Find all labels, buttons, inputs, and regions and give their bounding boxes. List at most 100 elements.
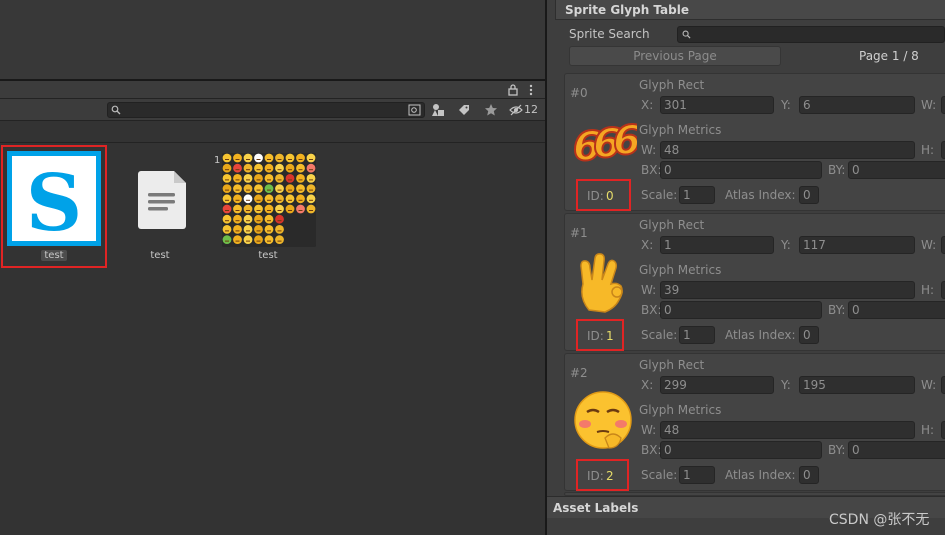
bx-label: BX: [641, 443, 662, 457]
glyph-rect-heading: Glyph Rect [639, 218, 705, 232]
inspector-panel: Sprite Glyph Table Sprite Search Previou… [547, 0, 945, 535]
asset-labels-title: Asset Labels [553, 501, 639, 515]
filter-by-label-icon[interactable] [457, 103, 471, 117]
id-label: ID: [587, 329, 604, 343]
bx-label: BX: [641, 163, 662, 177]
scale-label: Scale: [641, 328, 678, 342]
metrics-h-field[interactable] [941, 141, 945, 159]
section-title: Sprite Glyph Table [565, 3, 689, 17]
by-label: BY: [828, 443, 846, 457]
scale-field[interactable]: 1 [679, 186, 715, 204]
breadcrumb-bar [0, 121, 545, 143]
smug-face-emoji-icon [574, 391, 632, 449]
rect-x-field[interactable]: 299 [660, 376, 774, 394]
favorite-star-icon[interactable] [484, 103, 498, 117]
rect-y-field[interactable]: 195 [799, 376, 915, 394]
asset-grid: S test test 1 test [0, 143, 545, 535]
glyph-id-value: 1 [606, 329, 614, 343]
glyph-metrics-heading: Glyph Metrics [639, 263, 722, 277]
w-label: W: [921, 98, 937, 112]
scale-label: Scale: [641, 468, 678, 482]
rect-x-field[interactable]: 1 [660, 236, 774, 254]
rect-x-field[interactable]: 301 [660, 96, 774, 114]
rect-w-field[interactable] [941, 236, 945, 254]
w-label: W: [921, 238, 937, 252]
project-search-input[interactable] [124, 103, 404, 117]
w-label: W: [641, 143, 657, 157]
scale-field[interactable]: 1 [679, 466, 715, 484]
metrics-w-field[interactable]: 48 [660, 421, 915, 439]
lock-icon[interactable] [507, 83, 519, 96]
glyph-entry: #1 Glyph Rect X: 1 Y: 117 W: Glyph Metri… [564, 213, 945, 351]
atlas-index-label: Atlas Index: [725, 468, 796, 482]
atlas-index-field[interactable]: 0 [799, 326, 819, 344]
glyph-index: #1 [570, 226, 588, 240]
metrics-by-field[interactable]: 0 [848, 161, 945, 179]
metrics-h-field[interactable] [941, 281, 945, 299]
by-label: BY: [828, 163, 846, 177]
id-label: ID: [587, 189, 604, 203]
y-label: Y: [781, 378, 791, 392]
atlas-index-field[interactable]: 0 [799, 186, 819, 204]
x-label: X: [641, 378, 654, 392]
glyph-id-highlight: ID: 0 [576, 179, 631, 211]
glyph-index: #0 [570, 86, 588, 100]
sub-asset-count: 1 [214, 155, 221, 166]
metrics-bx-field[interactable]: 0 [660, 161, 822, 179]
project-tab-bar [0, 81, 545, 99]
glyph-index: #2 [570, 366, 588, 380]
metrics-bx-field[interactable]: 0 [660, 301, 822, 319]
asset-item-document[interactable]: test [106, 143, 214, 269]
glyph-rect-heading: Glyph Rect [639, 78, 705, 92]
glyph-rect-heading: Glyph Rect [639, 358, 705, 372]
glyph-id-highlight: ID: 2 [576, 459, 629, 491]
metrics-by-field[interactable]: 0 [848, 301, 945, 319]
metrics-w-field[interactable]: 39 [660, 281, 915, 299]
id-label: ID: [587, 469, 604, 483]
h-label: H: [921, 283, 935, 297]
sprite-letter: S [26, 158, 82, 246]
rect-y-field[interactable]: 6 [799, 96, 915, 114]
project-search-field[interactable] [107, 102, 425, 118]
atlas-index-label: Atlas Index: [725, 328, 796, 342]
kebab-menu-icon[interactable] [527, 83, 535, 96]
glyph-id-value: 2 [606, 469, 614, 483]
sprite-search-field[interactable] [677, 26, 945, 43]
sprite-glyph-table-header[interactable]: Sprite Glyph Table [555, 0, 945, 20]
document-icon [138, 171, 186, 229]
glyph-metrics-heading: Glyph Metrics [639, 403, 722, 417]
emoji-atlas-thumbnail [222, 153, 316, 247]
x-label: X: [641, 98, 654, 112]
asset-label: test [150, 250, 170, 261]
search-icon [682, 30, 691, 39]
atlas-index-field[interactable]: 0 [799, 466, 819, 484]
svg-text:6: 6 [613, 118, 637, 164]
h-label: H: [921, 143, 935, 157]
filter-by-type-icon[interactable] [431, 103, 445, 117]
rect-w-field[interactable] [941, 376, 945, 394]
asset-item-sprite[interactable]: S test [0, 143, 108, 269]
rect-y-field[interactable]: 117 [799, 236, 915, 254]
metrics-bx-field[interactable]: 0 [660, 441, 822, 459]
metrics-by-field[interactable]: 0 [848, 441, 945, 459]
hidden-count: 12 [524, 103, 538, 116]
asset-item-texture[interactable]: 1 test [214, 143, 322, 269]
by-label: BY: [828, 303, 846, 317]
asset-label: test [258, 250, 278, 261]
search-scope-icon[interactable] [408, 104, 421, 116]
ok-hand-emoji-icon [580, 253, 623, 313]
y-label: Y: [781, 98, 791, 112]
rect-w-field[interactable] [941, 96, 945, 114]
glyph-id-value: 0 [606, 189, 614, 203]
scene-panel [0, 0, 545, 80]
page-indicator: Page 1 / 8 [859, 49, 919, 63]
scale-label: Scale: [641, 188, 678, 202]
scale-field[interactable]: 1 [679, 326, 715, 344]
hidden-packages-icon[interactable] [509, 103, 523, 117]
previous-page-button[interactable]: Previous Page [569, 46, 781, 66]
metrics-w-field[interactable]: 48 [660, 141, 915, 159]
metrics-h-field[interactable] [941, 421, 945, 439]
sprite-search-label: Sprite Search [569, 27, 650, 41]
glyph-id-highlight: ID: 1 [576, 319, 624, 351]
sprite-s-thumbnail: S [7, 151, 101, 246]
